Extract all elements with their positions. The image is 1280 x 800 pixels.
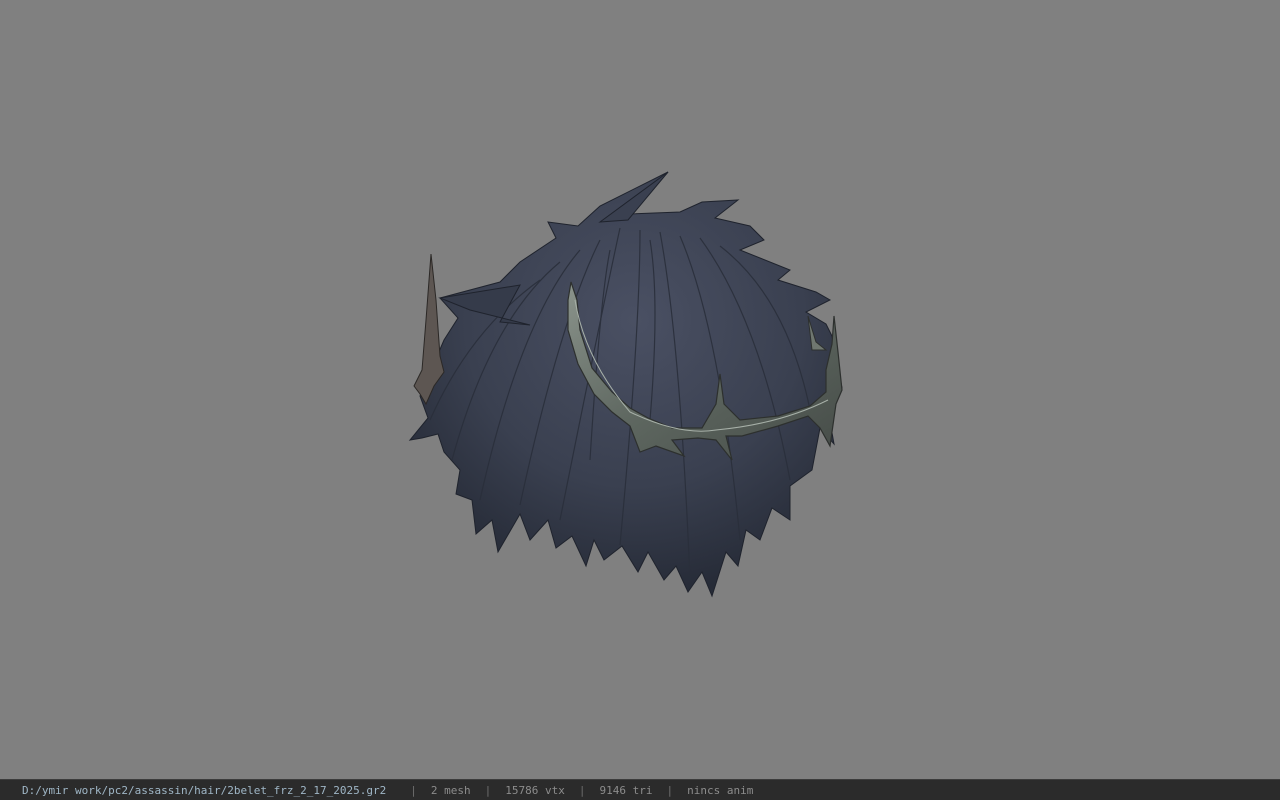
hair-mass xyxy=(408,171,843,598)
separator: | xyxy=(578,783,586,797)
status-bar: D:/ymir work/pc2/assassin/hair/2belet_fr… xyxy=(0,779,1280,800)
triangle-count: 9146 tri xyxy=(599,783,653,797)
separator: | xyxy=(666,783,674,797)
file-path: D:/ymir work/pc2/assassin/hair/2belet_fr… xyxy=(22,783,387,797)
hair-model[interactable] xyxy=(0,0,1280,779)
vertex-count: 15786 vtx xyxy=(505,783,565,797)
separator: | xyxy=(484,783,492,797)
3d-viewport[interactable] xyxy=(0,0,1280,779)
mesh-count: 2 mesh xyxy=(430,783,471,797)
separator: | xyxy=(410,783,417,797)
animation-status: nincs anim xyxy=(687,783,754,797)
